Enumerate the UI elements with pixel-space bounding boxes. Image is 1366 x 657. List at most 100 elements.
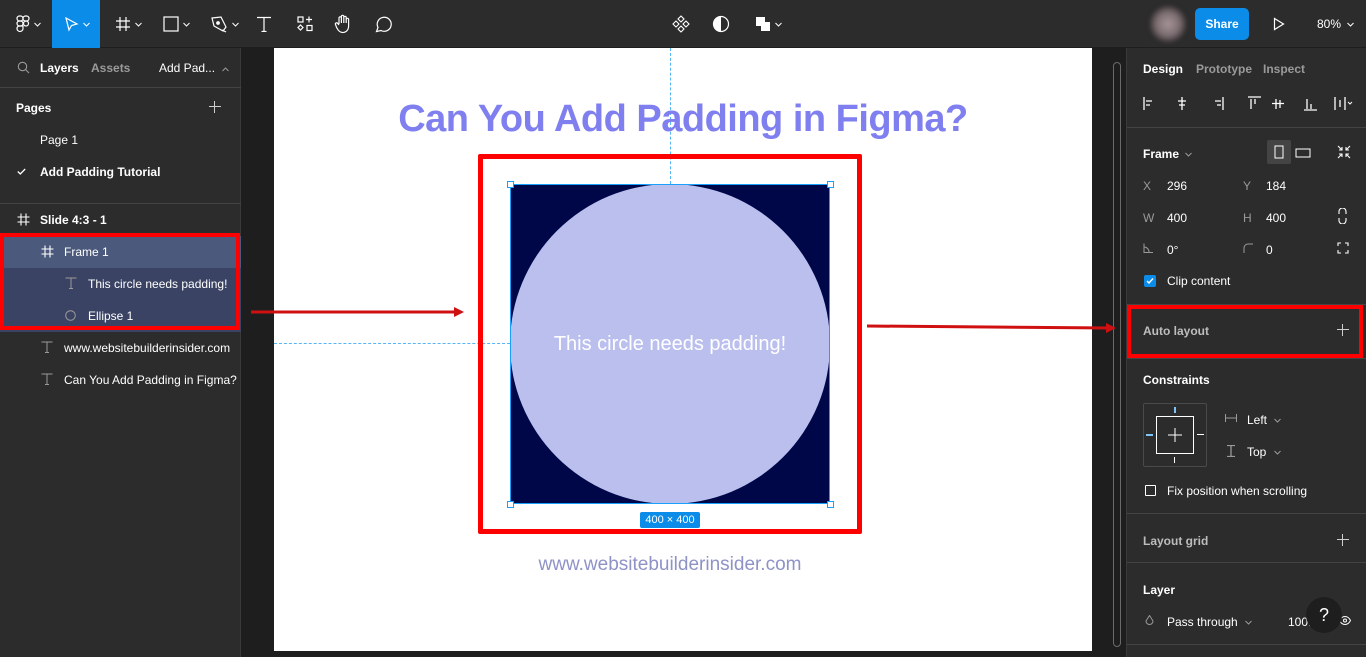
horizontal-constraint-dropdown[interactable]: Left [1247,413,1282,427]
resources-tool-button[interactable] [292,0,318,48]
layer-title-text[interactable]: Can You Add Padding in Figma? [0,364,241,396]
corner-radius-input[interactable]: 0 [1266,243,1273,257]
y-input[interactable]: 184 [1266,179,1286,193]
comment-bubble-icon [375,16,392,33]
align-bottom-icon[interactable] [1304,99,1317,111]
shape-tool-button[interactable] [156,0,196,48]
constraint-bottom[interactable] [1174,457,1175,463]
tab-inspect[interactable]: Inspect [1263,62,1305,76]
resize-to-fit-icon[interactable] [1337,145,1351,159]
constraint-left-active[interactable] [1146,434,1153,436]
resize-handle-bottom-left[interactable] [507,501,514,508]
canvas[interactable]: Can You Add Padding in Figma? This circl… [241,48,1126,657]
chevron-down-icon [33,22,41,27]
tab-assets[interactable]: Assets [91,61,130,75]
align-horizontal-center-icon[interactable] [1178,97,1186,110]
pages-heading: Pages [16,101,52,115]
rotation-input[interactable]: 0° [1167,243,1178,257]
fix-position-label: Fix position when scrolling [1167,484,1308,498]
boolean-union-icon [755,17,770,31]
frame-section-title[interactable]: Frame [1143,147,1193,161]
mask-button[interactable] [710,0,732,48]
user-avatar[interactable] [1150,6,1186,42]
tab-prototype[interactable]: Prototype [1196,62,1252,76]
page-switcher[interactable]: Add Pad... [159,61,230,75]
add-page-icon[interactable] [209,101,221,113]
constrain-proportions-icon[interactable] [1338,208,1347,224]
layer-url-text[interactable]: www.websitebuilderinsider.com [0,332,241,364]
frame-hash-icon [17,213,30,226]
fix-position-checkbox[interactable] [1145,485,1156,496]
pen-tool-button[interactable] [204,0,244,48]
align-top-icon[interactable] [1248,96,1261,109]
height-input[interactable]: 400 [1266,211,1286,225]
layer-label: www.websitebuilderinsider.com [64,341,231,355]
width-input[interactable]: 400 [1167,211,1187,225]
component-icon [672,15,690,33]
layer-slide[interactable]: Slide 4:3 - 1 [0,204,241,236]
comment-tool-button[interactable] [370,0,396,48]
frame-title-label: Frame [1143,147,1180,161]
align-left-icon[interactable] [1143,97,1152,110]
landscape-icon[interactable] [1295,148,1311,158]
zoom-dropdown[interactable]: 80% [1317,17,1355,31]
layer-label: Can You Add Padding in Figma? [64,373,237,387]
text-t-icon [257,16,271,32]
clip-content-checkbox[interactable] [1144,275,1156,287]
boolean-operations-button[interactable] [750,0,786,48]
present-button[interactable] [1268,0,1290,48]
vertical-scrollbar[interactable] [1113,62,1121,647]
current-page-name: Add Pad... [159,61,216,75]
main-menu-button[interactable] [8,0,48,48]
tab-design[interactable]: Design [1143,62,1183,76]
top-toolbar: Share 80% [0,0,1366,48]
plus-icon [1168,428,1182,442]
divider [1127,127,1366,128]
constraint-top-active[interactable] [1174,407,1176,413]
resize-handle-top-left[interactable] [507,181,514,188]
vertical-constraint-value: Top [1247,445,1267,459]
chevron-down-icon [774,22,782,27]
selection-outline [510,184,830,504]
align-vertical-center-icon[interactable] [1272,99,1284,109]
resize-handle-top-right[interactable] [827,181,834,188]
search-icon[interactable] [17,61,30,74]
move-tool-button[interactable] [52,0,100,48]
divider [1127,562,1366,563]
blend-mode-dropdown[interactable]: Pass through [1167,615,1252,629]
page-item-add-padding-tutorial[interactable]: Add Padding Tutorial [40,165,160,179]
independent-corners-icon[interactable] [1337,242,1349,254]
divider [1127,358,1366,359]
add-layout-grid-icon[interactable] [1337,534,1349,546]
site-url-text[interactable]: www.websitebuilderinsider.com [274,554,1066,576]
hand-tool-button[interactable] [330,0,356,48]
page-item-page-1[interactable]: Page 1 [40,133,78,147]
portrait-orientation-button[interactable] [1267,140,1291,164]
text-tool-button[interactable] [252,0,276,48]
distribute-icon[interactable] [1334,97,1353,110]
constraint-right[interactable] [1197,434,1204,435]
y-label: Y [1243,179,1252,193]
x-input[interactable]: 296 [1167,179,1187,193]
create-component-button[interactable] [670,0,692,48]
share-button[interactable]: Share [1195,8,1249,40]
constraints-title: Constraints [1143,373,1210,387]
slide-frame[interactable]: Can You Add Padding in Figma? This circl… [274,48,1092,651]
constraints-widget[interactable] [1143,403,1207,467]
help-button[interactable]: ? [1306,597,1342,633]
layer-label: Slide 4:3 - 1 [40,213,107,227]
checkmark-icon [1146,278,1154,285]
horizontal-constraint-value: Left [1247,413,1268,427]
tab-layers[interactable]: Layers [40,61,79,75]
vertical-constraint-dropdown[interactable]: Top [1247,445,1281,459]
chevron-down-icon [1245,620,1252,626]
align-right-icon[interactable] [1215,97,1224,110]
layout-grid-title: Layout grid [1143,534,1209,548]
figma-logo-icon [15,15,30,33]
resize-handle-bottom-right[interactable] [827,501,834,508]
cursor-arrow-icon [64,16,79,32]
slide-title-text[interactable]: Can You Add Padding in Figma? [274,98,1092,141]
x-label: X [1143,179,1152,193]
chevron-down-icon [231,22,239,27]
frame-tool-button[interactable] [108,0,148,48]
